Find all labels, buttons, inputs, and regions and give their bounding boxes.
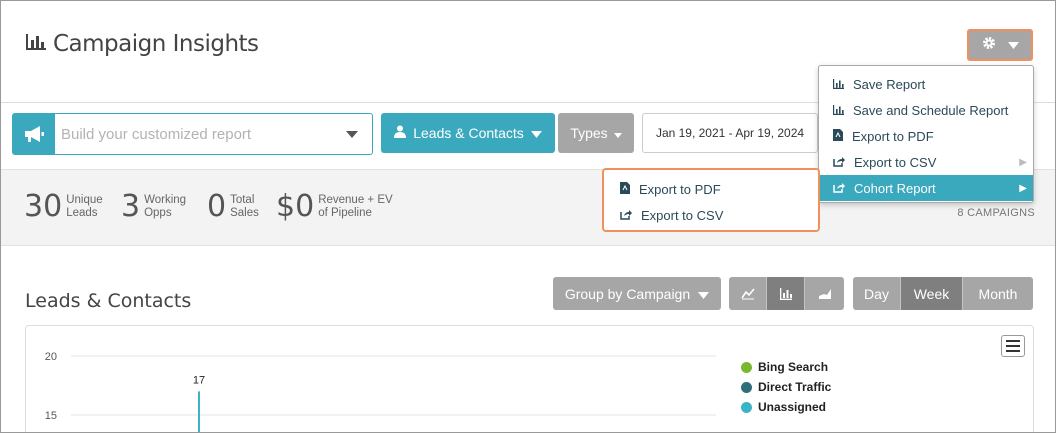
chevron-right-icon: ▶	[1019, 156, 1027, 168]
chevron-down-icon[interactable]	[332, 114, 372, 154]
settings-menu: Save Report Save and Schedule Report Exp…	[818, 65, 1034, 203]
stat-label: Working Opps	[144, 193, 187, 219]
chart-panel	[25, 325, 1034, 432]
settings-dropdown-button[interactable]	[967, 29, 1033, 61]
period-day-button[interactable]: Day	[853, 277, 901, 310]
legend-item[interactable]: Direct Traffic	[741, 377, 831, 397]
leads-contacts-label: Leads & Contacts	[413, 125, 524, 141]
chevron-down-icon	[613, 125, 622, 141]
stat-value: 0	[207, 189, 227, 224]
legend-item[interactable]: Unassigned	[741, 397, 831, 417]
types-button[interactable]: Types	[558, 113, 634, 153]
search-input[interactable]	[55, 114, 332, 154]
section-title: Leads & Contacts	[25, 290, 192, 312]
export-icon	[833, 155, 845, 170]
types-label: Types	[570, 125, 608, 141]
chevron-down-icon	[698, 286, 710, 302]
export-icon	[833, 181, 845, 196]
group-by-button[interactable]: Group by Campaign	[553, 277, 721, 310]
legend-dot	[741, 361, 752, 373]
group-by-label: Group by Campaign	[564, 285, 691, 302]
stat-label: Revenue + EV of Pipeline	[318, 193, 393, 219]
gear-icon	[982, 36, 996, 55]
chart-legend: Bing Search Direct Traffic Unassigned	[741, 357, 831, 417]
pdf-icon	[833, 128, 843, 144]
bar-chart-icon[interactable]	[767, 277, 805, 310]
pdf-icon	[620, 181, 630, 197]
line-chart-icon[interactable]	[729, 277, 767, 310]
page-title: Campaign Insights	[25, 31, 259, 57]
app-frame: Campaign Insights Build your customized …	[0, 0, 1056, 433]
export-icon	[620, 208, 632, 223]
megaphone-icon	[13, 114, 55, 154]
stat-label: Unique Leads	[66, 193, 103, 219]
menu-item-cohort-report[interactable]: Cohort Report ▶	[819, 175, 1033, 201]
stat-value: $0	[276, 189, 315, 224]
area-chart-icon[interactable]	[805, 277, 844, 310]
legend-dot	[741, 381, 752, 393]
period-toggle: Day Week Month	[853, 277, 1033, 310]
stat-label: Total Sales	[230, 193, 259, 219]
chevron-down-icon	[1007, 36, 1019, 54]
chart-icon	[833, 103, 844, 118]
stat-working-opps: 3 Working Opps	[121, 189, 186, 224]
date-range-picker[interactable]: Jan 19, 2021 - Apr 19, 2024	[642, 113, 818, 153]
stat-value: 3	[121, 189, 141, 224]
menu-item-save-schedule[interactable]: Save and Schedule Report	[819, 97, 1033, 123]
cohort-submenu: Export to PDF Export to CSV	[602, 168, 820, 232]
submenu-item-export-csv[interactable]: Export to CSV	[604, 202, 818, 228]
chart-icon	[833, 77, 844, 92]
chevron-right-icon: ▶	[1019, 182, 1027, 194]
stat-revenue: $0 Revenue + EV of Pipeline	[276, 189, 393, 224]
page-title-text: Campaign Insights	[53, 31, 259, 57]
chart-menu-button[interactable]	[1001, 335, 1025, 357]
chevron-down-icon	[530, 125, 542, 141]
campaigns-count: 8 CAMPAIGNS	[957, 207, 1035, 219]
stat-value: 30	[24, 189, 63, 224]
report-builder-search[interactable]	[12, 113, 373, 155]
period-month-button[interactable]: Month	[963, 277, 1033, 310]
bar-chart-icon	[25, 33, 47, 56]
submenu-item-export-pdf[interactable]: Export to PDF	[604, 176, 818, 202]
stat-unique-leads: 30 Unique Leads	[24, 189, 103, 224]
period-week-button[interactable]: Week	[901, 277, 963, 310]
menu-item-export-pdf[interactable]: Export to PDF	[819, 123, 1033, 149]
leads-contacts-button[interactable]: Leads & Contacts	[381, 113, 555, 153]
legend-item[interactable]: Bing Search	[741, 357, 831, 377]
stat-total-sales: 0 Total Sales	[207, 189, 259, 224]
user-icon	[394, 125, 407, 141]
legend-dot	[741, 401, 752, 413]
chart-type-toggle	[729, 277, 844, 310]
menu-item-save-report[interactable]: Save Report	[819, 71, 1033, 97]
menu-item-export-csv[interactable]: Export to CSV ▶	[819, 149, 1033, 175]
